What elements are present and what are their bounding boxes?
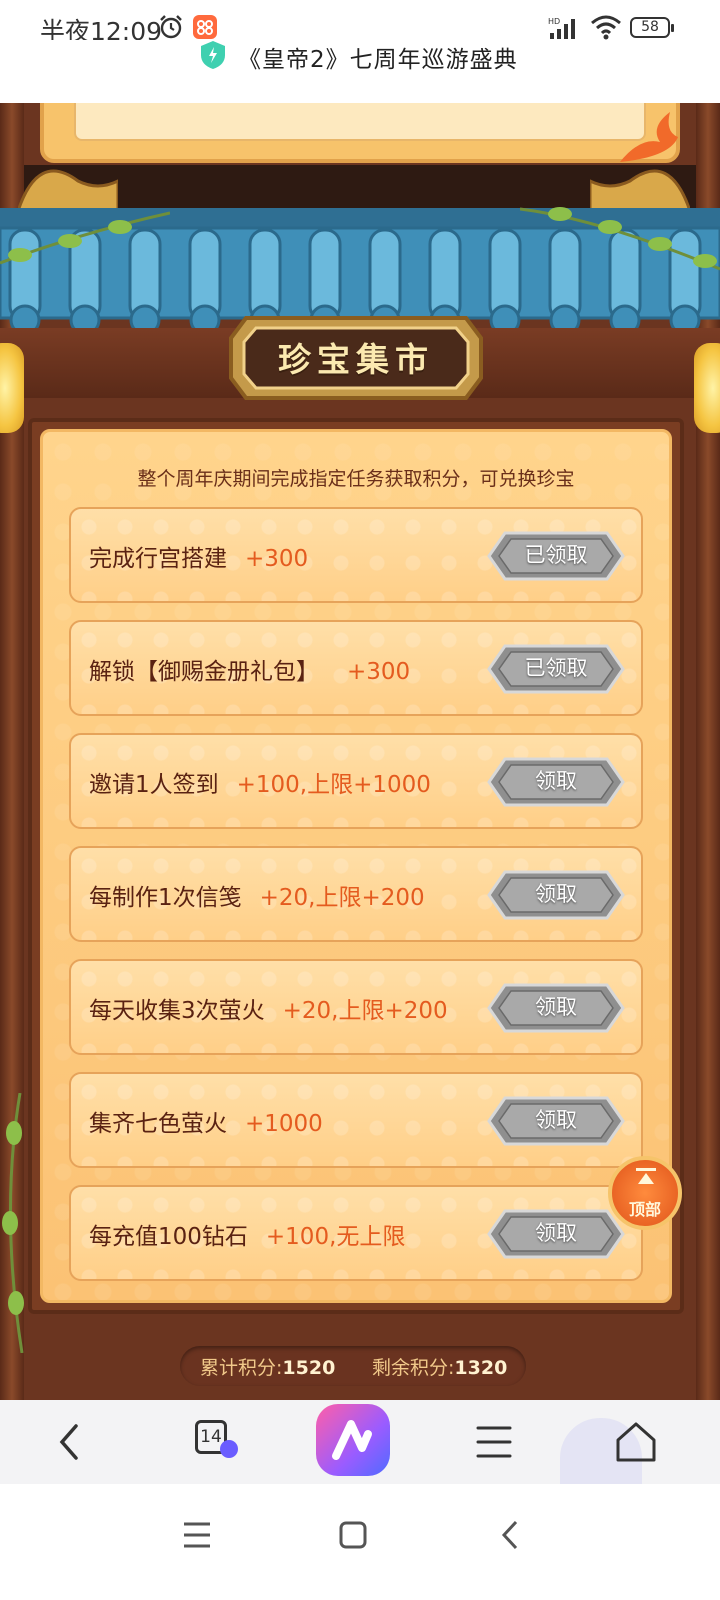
claimed-button[interactable]: 已领取	[487, 644, 625, 694]
button-label: 领取	[535, 996, 577, 1019]
flame-cloud-decor	[620, 112, 678, 162]
remaining-points-label: 剩余积分:	[372, 1357, 455, 1379]
claim-button[interactable]: 领取	[487, 870, 625, 920]
remaining-points: 剩余积分:1320	[372, 1353, 507, 1380]
market-title: 珍宝集市	[278, 340, 434, 379]
back-button[interactable]	[40, 1414, 100, 1470]
task-points: +20,上限+200	[259, 885, 425, 911]
lantern-right-decor	[694, 343, 720, 433]
task-name: 每充值100钻石	[89, 1224, 248, 1250]
ai-assistant-icon	[332, 1420, 372, 1460]
button-label: 领取	[535, 770, 577, 793]
task-points: +20,上限+200	[282, 998, 448, 1024]
network-type-label: HD	[548, 17, 560, 26]
vine-leaves-decor	[520, 207, 720, 271]
menu-button[interactable]	[464, 1414, 524, 1470]
system-menu-icon	[184, 1522, 210, 1548]
task-points: +300	[245, 546, 309, 572]
home-button[interactable]	[606, 1414, 666, 1470]
board-description: 整个周年庆期间完成指定任务获取积分，可兑换珍宝	[137, 468, 575, 490]
task-row: 每制作1次信笺 +20,上限+200 领取	[69, 846, 643, 942]
tab-badge-icon	[220, 1440, 238, 1458]
total-points-label: 累计积分:	[200, 1357, 283, 1379]
task-label: 解锁【御赐金册礼包】 +300	[89, 652, 410, 686]
task-points: +300	[347, 659, 411, 685]
browser-toolbar: 14	[0, 1400, 720, 1484]
system-navigation-bar	[0, 1484, 720, 1600]
ai-assistant-button[interactable]	[316, 1404, 390, 1476]
cellular-signal-icon: HD	[548, 17, 575, 39]
claim-button[interactable]: 领取	[487, 983, 625, 1033]
task-label: 完成行宫搭建 +300	[89, 539, 308, 573]
system-home-button[interactable]	[328, 1510, 378, 1560]
lantern-left-decor	[0, 343, 24, 433]
task-label: 每天收集3次萤火 +20,上限+200	[89, 991, 448, 1025]
task-label: 每充值100钻石 +100,无上限	[89, 1217, 405, 1251]
task-label: 邀请1人签到 +100,上限+1000	[89, 765, 431, 799]
system-back-icon	[501, 1520, 518, 1550]
shield-bolt-icon	[201, 41, 225, 69]
task-row: 完成行宫搭建 +300 已领取	[69, 507, 643, 603]
arrow-up-icon	[636, 1168, 656, 1184]
button-label: 已领取	[524, 544, 588, 567]
task-row: 解锁【御赐金册礼包】 +300 已领取	[69, 620, 643, 716]
system-back-button[interactable]	[486, 1510, 536, 1560]
back-icon	[59, 1424, 78, 1460]
task-name: 每天收集3次萤火	[89, 998, 265, 1024]
task-points: +1000	[245, 1111, 323, 1137]
battery-icon: 58	[630, 17, 674, 38]
task-label: 每制作1次信笺 +20,上限+200	[89, 878, 425, 912]
claim-button[interactable]: 领取	[487, 1096, 625, 1146]
task-row: 邀请1人签到 +100,上限+1000 领取	[69, 733, 643, 829]
task-name: 解锁【御赐金册礼包】	[89, 659, 319, 685]
top-scroll-panel	[40, 103, 680, 163]
task-name: 邀请1人签到	[89, 772, 219, 798]
task-board: 整个周年庆期间完成指定任务获取积分，可兑换珍宝 完成行宫搭建 +300 已领取 解…	[40, 429, 672, 1303]
task-points: +100,上限+1000	[236, 772, 431, 798]
total-points: 累计积分:1520	[200, 1353, 335, 1380]
total-points-value: 1520	[282, 1357, 336, 1379]
claim-button[interactable]: 领取	[487, 1209, 625, 1259]
alarm-clock-icon	[160, 15, 182, 39]
scroll-to-top-label: 顶部	[628, 1200, 661, 1219]
system-home-icon	[339, 1521, 367, 1549]
button-label: 已领取	[524, 657, 588, 680]
task-label: 集齐七色萤火 +1000	[89, 1104, 323, 1138]
task-name: 集齐七色萤火	[89, 1111, 227, 1137]
task-row: 每充值100钻石 +100,无上限 领取	[69, 1185, 643, 1281]
menu-icon	[476, 1426, 512, 1458]
claim-button[interactable]: 领取	[487, 757, 625, 807]
page-title-bar: 《皇帝2》七周年巡游盛典	[0, 40, 720, 100]
remaining-points-value: 1320	[454, 1357, 508, 1379]
button-label: 领取	[535, 1109, 577, 1132]
button-label: 领取	[535, 883, 577, 906]
app-notification-icon	[193, 15, 217, 39]
button-label: 领取	[535, 1222, 577, 1245]
task-points: +100,无上限	[265, 1224, 406, 1250]
page-title: 《皇帝2》七周年巡游盛典	[238, 47, 518, 73]
task-name: 每制作1次信笺	[89, 885, 242, 911]
task-name: 完成行宫搭建	[89, 546, 227, 572]
vine-side-decor	[2, 1093, 24, 1353]
vine-leaves-decor-left	[0, 211, 170, 265]
system-menu-button[interactable]	[172, 1510, 222, 1560]
web-content[interactable]: 珍宝集市 整个周年庆期间完成指定任务获取积分，可兑换珍宝 完成行宫搭建 +300 …	[0, 103, 720, 1426]
points-summary-bar: 累计积分:1520 剩余积分:1320	[180, 1346, 526, 1386]
market-title-plaque: 珍宝集市	[226, 308, 486, 408]
top-scroll-inner	[74, 103, 646, 141]
wifi-icon	[591, 15, 621, 40]
claimed-button[interactable]: 已领取	[487, 531, 625, 581]
scroll-to-top-button[interactable]: 顶部	[608, 1156, 682, 1230]
task-row: 每天收集3次萤火 +20,上限+200 领取	[69, 959, 643, 1055]
task-row: 集齐七色萤火 +1000 领取	[69, 1072, 643, 1168]
home-icon	[616, 1422, 656, 1462]
